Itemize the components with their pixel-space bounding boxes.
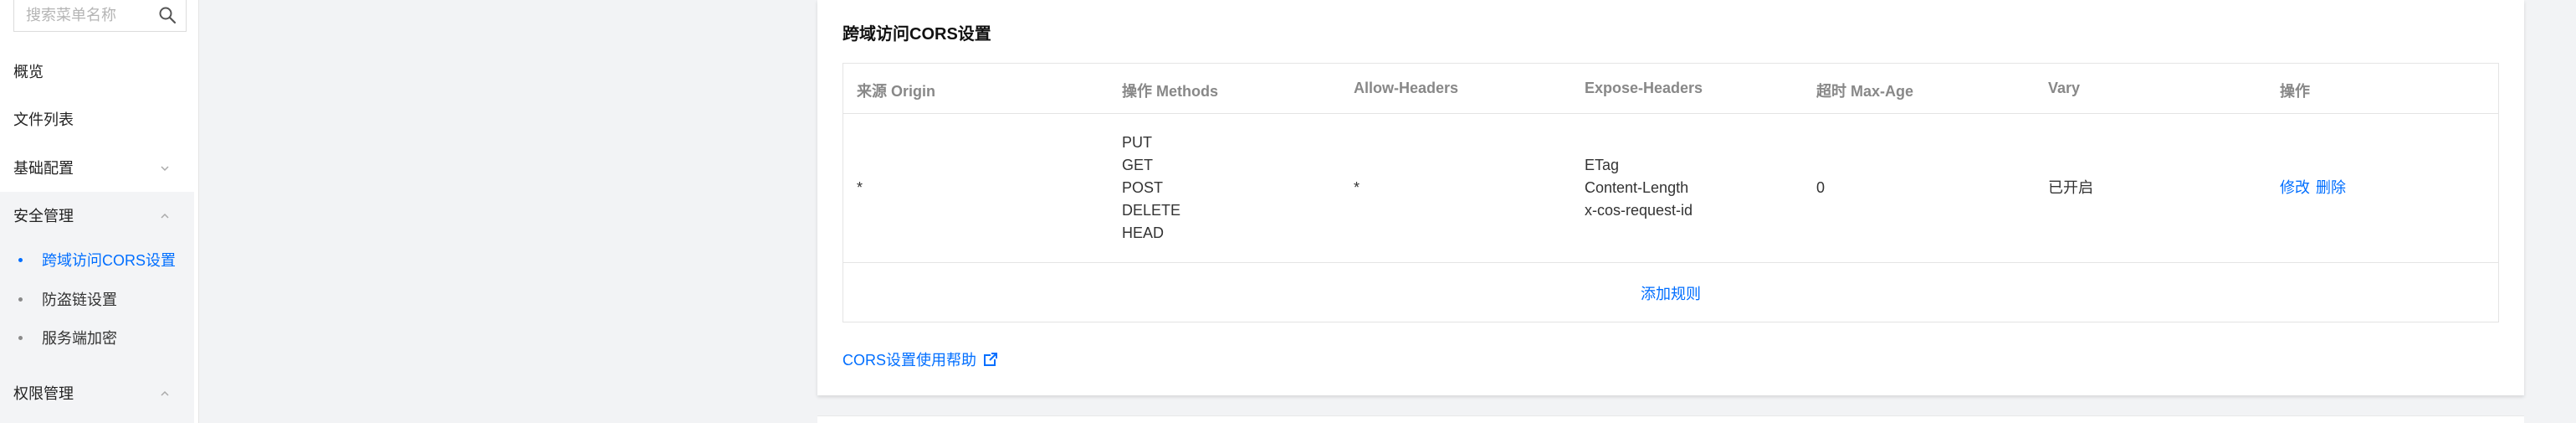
sidebar-subitem-hotlink-protection[interactable]: 防盗链设置 xyxy=(0,282,194,316)
column-header-actions: 操作 xyxy=(2280,83,2310,100)
next-card-edge xyxy=(817,415,2524,423)
sidebar-subitem-server-encryption[interactable]: 服务端加密 xyxy=(0,321,194,354)
edit-rule-link[interactable]: 修改 xyxy=(2280,179,2310,196)
sidebar-gutter xyxy=(199,0,214,423)
actions-cell: 修改 删除 xyxy=(2280,177,2346,199)
table-row: * PUT GET POST DELETE HEAD * ETag Conten… xyxy=(843,114,2498,263)
bullet-dot xyxy=(18,336,23,340)
max-age-cell: 0 xyxy=(1816,177,1825,199)
column-header-max-age: 超时 Max-Age xyxy=(1816,83,1914,100)
sidebar-item-overview[interactable]: 概览 xyxy=(0,52,194,90)
sidebar-item-label: 文件列表 xyxy=(13,111,74,128)
method-value: PUT xyxy=(1122,134,1152,151)
vary-value: 已开启 xyxy=(2048,179,2093,196)
method-value: DELETE xyxy=(1122,202,1181,219)
allow-headers-value: * xyxy=(1354,179,1360,196)
vary-cell: 已开启 xyxy=(2048,177,2093,199)
origin-cell: * xyxy=(857,177,863,199)
sidebar-subitem-label: 防盗链设置 xyxy=(42,291,117,308)
expose-header-value: Content-Length xyxy=(1585,179,1689,196)
sidebar-item-label: 安全管理 xyxy=(13,208,74,224)
cors-help-link[interactable]: CORS设置使用帮助 xyxy=(842,348,998,370)
add-rule-row: 添加规则 xyxy=(843,263,2498,323)
cors-help-link-label: CORS设置使用帮助 xyxy=(842,352,977,369)
max-age-value: 0 xyxy=(1816,179,1826,196)
method-value: POST xyxy=(1122,179,1164,196)
bullet-dot xyxy=(18,258,23,262)
table-header: 来源 Origin 操作 Methods Allow-Headers Expos… xyxy=(843,64,2498,114)
chevron-up-icon xyxy=(161,390,169,396)
sidebar-item-label: 概览 xyxy=(13,64,44,80)
sidebar-subitem-cors[interactable]: 跨域访问CORS设置 xyxy=(0,243,194,276)
page-title: 跨域访问CORS设置 xyxy=(842,25,991,44)
method-value: GET xyxy=(1122,157,1154,173)
cors-settings-card: 跨域访问CORS设置 来源 Origin 操作 Methods Allow-He… xyxy=(817,0,2524,395)
expose-headers-cell: ETag Content-Length x-cos-request-id xyxy=(1585,154,1693,222)
sidebar-subitem-label: 服务端加密 xyxy=(42,330,117,347)
sidebar-item-label: 基础配置 xyxy=(13,160,74,177)
column-header-vary: Vary xyxy=(2048,80,2081,96)
column-header-allow-headers: Allow-Headers xyxy=(1354,80,1459,96)
origin-value: * xyxy=(857,179,863,196)
sidebar: 概览 文件列表 基础配置 安全管理 跨域访问CORS设置 防盗链设置 服务端加密… xyxy=(0,0,199,423)
add-rule-button[interactable]: 添加规则 xyxy=(1641,282,1701,304)
sidebar-item-basic-config[interactable]: 基础配置 xyxy=(0,148,194,187)
sidebar-item-file-list[interactable]: 文件列表 xyxy=(0,100,194,138)
external-link-icon xyxy=(984,353,998,366)
delete-rule-link[interactable]: 删除 xyxy=(2316,179,2346,196)
methods-cell: PUT GET POST DELETE HEAD xyxy=(1122,132,1180,245)
expose-header-value: ETag xyxy=(1585,157,1620,173)
method-value: HEAD xyxy=(1122,224,1165,241)
sidebar-item-label: 权限管理 xyxy=(13,385,74,402)
menu-search-input[interactable] xyxy=(14,1,156,30)
bullet-dot xyxy=(18,297,23,302)
column-header-expose-headers: Expose-Headers xyxy=(1585,80,1703,96)
column-header-origin: 来源 Origin xyxy=(857,83,935,100)
search-icon[interactable] xyxy=(157,5,177,25)
sidebar-item-permissions[interactable]: 权限管理 xyxy=(0,374,194,412)
sidebar-item-security[interactable]: 安全管理 xyxy=(0,196,194,235)
chevron-up-icon xyxy=(161,213,169,219)
sidebar-subitem-label: 跨域访问CORS设置 xyxy=(42,252,177,269)
cors-rules-table: 来源 Origin 操作 Methods Allow-Headers Expos… xyxy=(842,63,2499,322)
menu-search-box xyxy=(13,0,187,32)
allow-headers-cell: * xyxy=(1354,177,1360,199)
chevron-down-icon xyxy=(161,166,169,172)
column-header-methods: 操作 Methods xyxy=(1122,83,1218,100)
expose-header-value: x-cos-request-id xyxy=(1585,202,1693,219)
